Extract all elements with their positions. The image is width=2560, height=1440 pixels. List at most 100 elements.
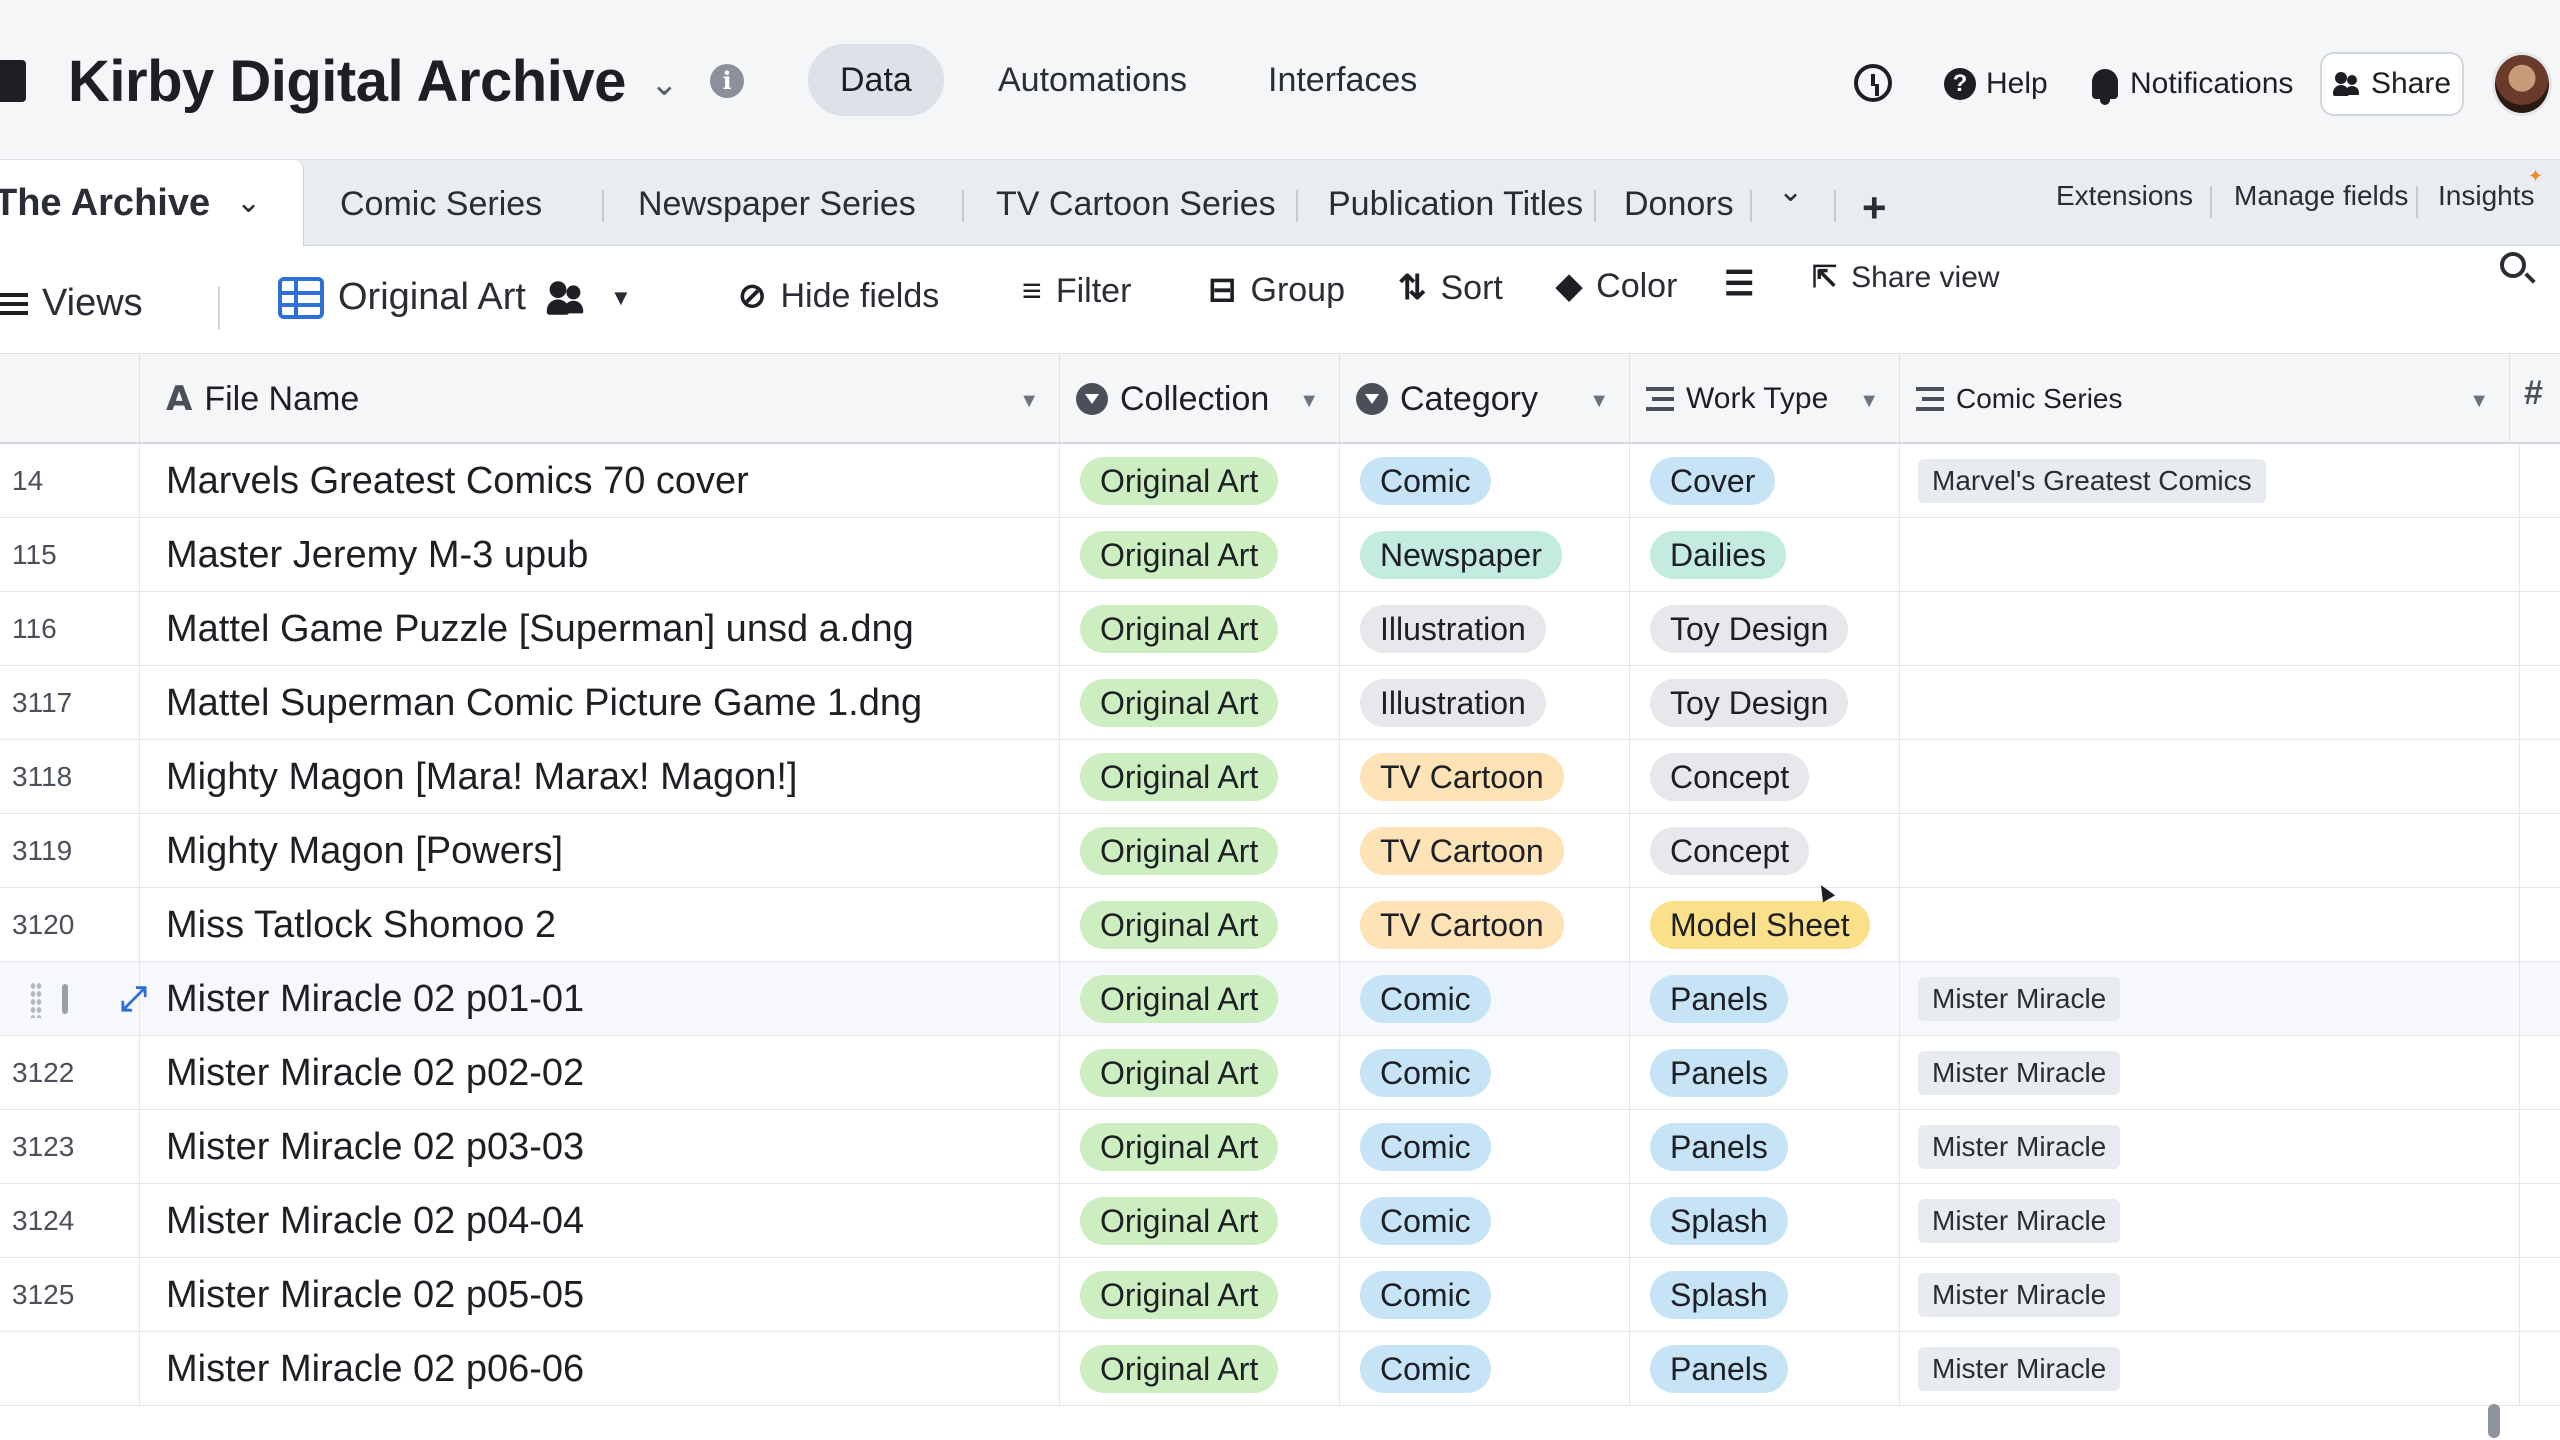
hide-fields-button[interactable]: ⊘ Hide fields	[738, 276, 939, 316]
file-name-cell[interactable]: Mister Miracle 02 p01-01	[140, 962, 1060, 1036]
caret-down-icon[interactable]: ▼	[1589, 390, 1609, 413]
category-cell[interactable]: Illustration	[1340, 592, 1630, 666]
collection-cell[interactable]: Original Art	[1060, 1110, 1340, 1184]
work-type-cell[interactable]: Model Sheet	[1630, 888, 1900, 962]
table-row[interactable]: 3123 Mister Miracle 02 p03-03 Original Art…	[0, 1110, 2560, 1184]
comic-series-cell[interactable]: Mister Miracle	[1900, 962, 2520, 1036]
table-row[interactable]: 3117 Mattel Superman Comic Picture Game 1…	[0, 666, 2560, 740]
file-name-cell[interactable]: Mister Miracle 02 p06-06	[140, 1332, 1060, 1406]
table-row[interactable]: 116 Mattel Game Puzzle [Superman] unsd a.…	[0, 592, 2560, 666]
table-row[interactable]: 3120 Miss Tatlock Shomoo 2 Original Art TV …	[0, 888, 2560, 962]
linked-record-chip[interactable]: Mister Miracle	[1918, 977, 2121, 1021]
file-name-cell[interactable]: Mighty Magon [Powers]	[140, 814, 1060, 888]
work-type-cell[interactable]: Toy Design	[1630, 592, 1900, 666]
category-cell[interactable]: Comic	[1340, 444, 1630, 518]
work-type-cell[interactable]: Dailies	[1630, 518, 1900, 592]
table-row[interactable]: 3124 Mister Miracle 02 p04-04 Original Art…	[0, 1184, 2560, 1258]
table-row[interactable]: 3118 Mighty Magon [Mara! Marax! Magon!] Or…	[0, 740, 2560, 814]
drag-handle-icon[interactable]	[30, 982, 42, 1018]
collection-cell[interactable]: Original Art	[1060, 740, 1340, 814]
sort-button[interactable]: ⇅ Sort	[1398, 268, 1503, 308]
row-height-button[interactable]: ☰	[1724, 264, 1754, 304]
add-table-plus-icon[interactable]: +	[1862, 184, 1887, 232]
category-cell[interactable]: Comic	[1340, 1184, 1630, 1258]
work-type-cell[interactable]: Toy Design	[1630, 666, 1900, 740]
info-icon[interactable]: i	[710, 64, 744, 98]
notifications-button[interactable]: Notifications	[2092, 60, 2293, 108]
column-header-collection[interactable]: Collection ▼	[1060, 354, 1340, 444]
category-cell[interactable]: Comic	[1340, 1110, 1630, 1184]
work-type-cell[interactable]: Panels	[1630, 962, 1900, 1036]
views-button[interactable]: Views	[0, 282, 143, 325]
caret-down-icon[interactable]: ▼	[1299, 390, 1319, 413]
table-tab-the-archive[interactable]: The Archive ⌄	[0, 160, 304, 246]
table-row[interactable]: Mister Miracle 02 p06-06 Original Art Comi…	[0, 1332, 2560, 1406]
collection-cell[interactable]: Original Art	[1060, 1332, 1340, 1406]
work-type-cell[interactable]: Cover	[1630, 444, 1900, 518]
comic-series-cell[interactable]	[1900, 740, 2520, 814]
comic-series-cell[interactable]: Mister Miracle	[1900, 1184, 2520, 1258]
filter-button[interactable]: ≡ Filter	[1022, 272, 1131, 311]
table-row[interactable]: 115 Master Jeremy M-3 upub Original Art New…	[0, 518, 2560, 592]
file-name-cell[interactable]: Mighty Magon [Mara! Marax! Magon!]	[140, 740, 1060, 814]
collection-cell[interactable]: Original Art	[1060, 1036, 1340, 1110]
chevron-down-icon[interactable]: ⌄	[650, 64, 679, 104]
work-type-cell[interactable]: Concept	[1630, 740, 1900, 814]
collection-cell[interactable]: Original Art	[1060, 1258, 1340, 1332]
column-header-comic-series[interactable]: Comic Series ▼	[1900, 354, 2510, 444]
view-switcher[interactable]: Original Art ▼	[278, 276, 632, 319]
comic-series-cell[interactable]: Mister Miracle	[1900, 1332, 2520, 1406]
table-row[interactable]: 14 Marvels Greatest Comics 70 cover Origin…	[0, 444, 2560, 518]
table-row[interactable]: 3119 Mighty Magon [Powers] Original Art TV …	[0, 814, 2560, 888]
nav-tab-data[interactable]: Data	[808, 44, 944, 116]
table-row[interactable]: ⤢ Mister Miracle 02 p01-01 Original Art Com…	[0, 962, 2560, 1036]
caret-down-icon[interactable]: ▼	[1859, 390, 1879, 413]
avatar[interactable]	[2492, 52, 2552, 116]
share-view-button[interactable]: ⇱ Share view	[1812, 260, 2000, 295]
table-tab-comic-series[interactable]: Comic Series	[340, 174, 542, 234]
collection-cell[interactable]: Original Art	[1060, 592, 1340, 666]
color-button[interactable]: ◆ Color	[1556, 266, 1677, 306]
search-icon[interactable]	[2500, 252, 2526, 278]
manage-fields-link[interactable]: Manage fields	[2234, 180, 2408, 212]
nav-tab-automations[interactable]: Automations	[966, 44, 1219, 116]
linked-record-chip[interactable]: Mister Miracle	[1918, 1273, 2121, 1317]
file-name-cell[interactable]: Mattel Game Puzzle [Superman] unsd a.dng	[140, 592, 1060, 666]
caret-down-icon[interactable]: ▼	[1019, 390, 1039, 413]
share-button[interactable]: Share	[2320, 52, 2464, 116]
chevron-down-icon[interactable]: ⌄	[236, 160, 261, 246]
more-tables-chevron-icon[interactable]: ⌄	[1778, 174, 1803, 209]
category-cell[interactable]: Comic	[1340, 1258, 1630, 1332]
category-cell[interactable]: TV Cartoon	[1340, 740, 1630, 814]
category-cell[interactable]: Comic	[1340, 1332, 1630, 1406]
comic-series-cell[interactable]	[1900, 888, 2520, 962]
comic-series-cell[interactable]	[1900, 592, 2520, 666]
table-tab-donors[interactable]: Donors	[1624, 174, 1734, 234]
column-header-category[interactable]: Category ▼	[1340, 354, 1630, 444]
history-icon[interactable]	[1854, 64, 1892, 102]
category-cell[interactable]: Comic	[1340, 962, 1630, 1036]
file-name-cell[interactable]: Mister Miracle 02 p05-05	[140, 1258, 1060, 1332]
category-cell[interactable]: Illustration	[1340, 666, 1630, 740]
work-type-cell[interactable]: Panels	[1630, 1110, 1900, 1184]
file-name-cell[interactable]: Master Jeremy M-3 upub	[140, 518, 1060, 592]
category-cell[interactable]: Newspaper	[1340, 518, 1630, 592]
linked-record-chip[interactable]: Mister Miracle	[1918, 1347, 2121, 1391]
help-button[interactable]: ? Help	[1944, 60, 2048, 108]
table-row[interactable]: 3125 Mister Miracle 02 p05-05 Original Art…	[0, 1258, 2560, 1332]
category-cell[interactable]: Comic	[1340, 1036, 1630, 1110]
comic-series-cell[interactable]: Marvel's Greatest Comics	[1900, 444, 2520, 518]
table-row[interactable]: 3122 Mister Miracle 02 p02-02 Original Art…	[0, 1036, 2560, 1110]
comic-series-cell[interactable]	[1900, 814, 2520, 888]
work-type-cell[interactable]: Splash	[1630, 1184, 1900, 1258]
linked-record-chip[interactable]: Mister Miracle	[1918, 1125, 2121, 1169]
vertical-scrollbar[interactable]	[2488, 1404, 2500, 1438]
linked-record-chip[interactable]: Mister Miracle	[1918, 1051, 2121, 1095]
row-checkbox[interactable]	[62, 984, 68, 1014]
file-name-cell[interactable]: Miss Tatlock Shomoo 2	[140, 888, 1060, 962]
work-type-cell[interactable]: Concept	[1630, 814, 1900, 888]
work-type-cell[interactable]: Splash	[1630, 1258, 1900, 1332]
column-header-work-type[interactable]: Work Type ▼	[1630, 354, 1900, 444]
file-name-cell[interactable]: Marvels Greatest Comics 70 cover	[140, 444, 1060, 518]
file-name-cell[interactable]: Mister Miracle 02 p04-04	[140, 1184, 1060, 1258]
